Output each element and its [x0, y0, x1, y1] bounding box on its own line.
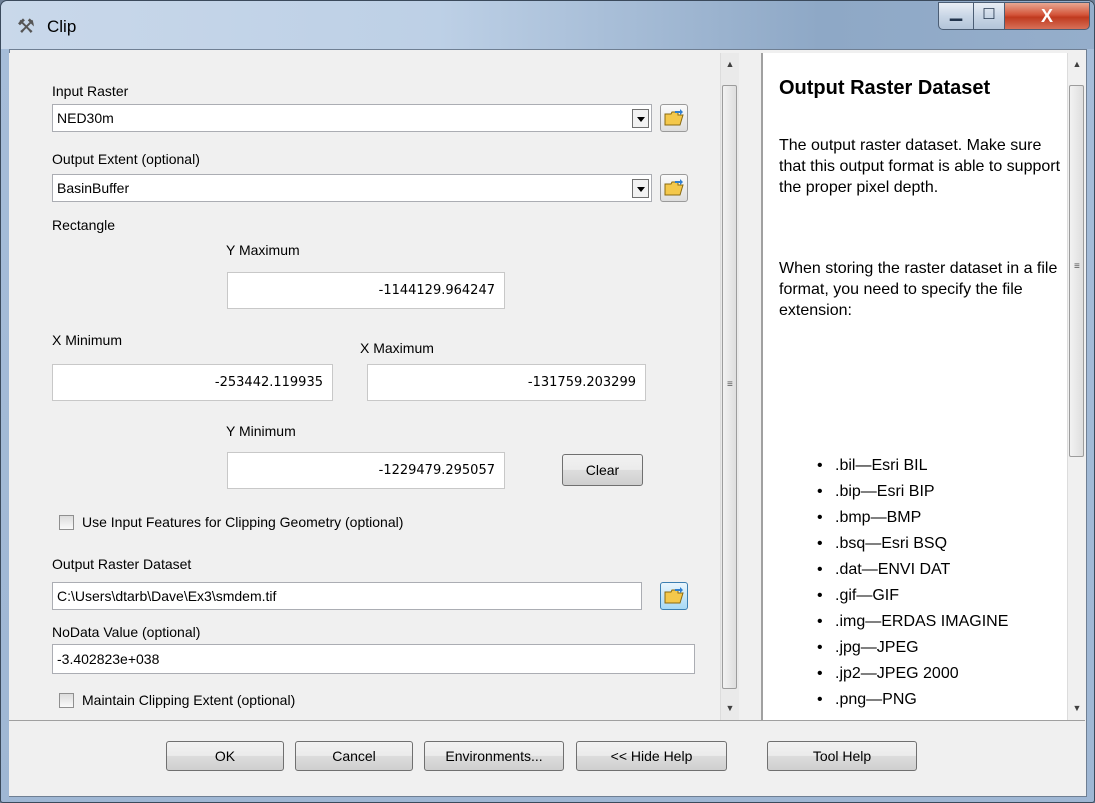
nodata-value: -3.402823e+038 [57, 651, 160, 667]
file-extension-item: .dat—ENVI DAT [779, 559, 1065, 581]
scroll-up-arrow-icon[interactable]: ▲ [721, 55, 739, 73]
output-raster-browse-button[interactable] [660, 582, 688, 610]
ok-button[interactable]: OK [166, 741, 284, 771]
parameters-scroll-thumb[interactable]: ≡ [722, 85, 737, 689]
open-folder-icon [664, 179, 684, 196]
y-minimum-input[interactable]: -1229479.295057 [227, 452, 505, 489]
maintain-extent-label: Maintain Clipping Extent (optional) [82, 692, 296, 708]
title-bar[interactable]: ⚒ Clip ▁ ☐ X [1, 1, 1094, 49]
hide-help-button[interactable]: << Hide Help [576, 741, 727, 771]
x-minimum-label: X Minimum [52, 332, 123, 348]
output-extent-combobox[interactable]: BasinBuffer [52, 174, 652, 202]
use-input-features-checkbox[interactable] [59, 515, 74, 530]
maintain-extent-checkbox[interactable] [59, 693, 74, 708]
tool-help-button[interactable]: Tool Help [767, 741, 917, 771]
output-extent-browse-button[interactable] [660, 174, 688, 202]
nodata-input[interactable]: -3.402823e+038 [52, 644, 695, 674]
file-extension-item: .jp2—JPEG 2000 [779, 663, 1065, 685]
scroll-grip-icon: ≡ [727, 379, 733, 390]
output-extent-label: Output Extent (optional) [52, 151, 200, 167]
help-scroll-thumb[interactable]: ≡ [1069, 85, 1084, 457]
help-paragraph-1: The output raster dataset. Make sure tha… [779, 137, 1061, 196]
x-maximum-input[interactable]: -131759.203299 [367, 364, 646, 401]
file-extension-item: .png—PNG [779, 689, 1065, 711]
input-raster-label: Input Raster [52, 83, 129, 99]
parameters-scrollbar[interactable]: ▲ ≡ ▼ [720, 53, 739, 720]
file-extension-list: .bil—Esri BIL .bip—Esri BIP .bmp—BMP .bsq—E… [779, 455, 1065, 715]
help-scrollbar[interactable]: ▲ ≡ ▼ [1067, 53, 1086, 720]
help-title: Output Raster Dataset [779, 77, 991, 99]
file-extension-item: .gif—GIF [779, 585, 1065, 607]
input-raster-combobox[interactable]: NED30m [52, 104, 652, 132]
use-input-features-label: Use Input Features for Clipping Geometry… [82, 514, 404, 530]
input-raster-dropdown-arrow[interactable] [632, 109, 649, 128]
help-scroll-grip-icon: ≡ [1074, 261, 1080, 272]
hammer-tool-icon: ⚒ [17, 16, 35, 38]
close-button[interactable]: X [1004, 2, 1090, 30]
y-minimum-label: Y Minimum [226, 423, 296, 439]
output-raster-label: Output Raster Dataset [52, 556, 192, 572]
input-raster-value: NED30m [57, 110, 114, 126]
clear-button[interactable]: Clear [562, 454, 643, 486]
help-scroll-up-arrow-icon[interactable]: ▲ [1068, 55, 1086, 73]
file-extension-item: .img—ERDAS IMAGINE [779, 611, 1065, 633]
help-pane: Output Raster Dataset The output raster … [763, 53, 1070, 720]
output-raster-input[interactable]: C:\Users\dtarb\Dave\Ex3\smdem.tif [52, 582, 642, 610]
help-paragraph-2: When storing the raster dataset in a fil… [779, 260, 1058, 319]
parameters-pane: Input Raster NED30m Output Extent (optio… [9, 53, 742, 720]
y-maximum-input[interactable]: -1144129.964247 [227, 272, 505, 309]
open-folder-icon [664, 109, 684, 126]
x-maximum-label: X Maximum [360, 340, 434, 356]
file-extension-item: .bil—Esri BIL [779, 455, 1065, 477]
nodata-label: NoData Value (optional) [52, 624, 201, 640]
cancel-button[interactable]: Cancel [295, 741, 413, 771]
x-minimum-input[interactable]: -253442.119935 [52, 364, 333, 401]
dialog-button-bar: OK Cancel Environments... << Hide Help T… [9, 720, 1085, 796]
help-scroll-down-arrow-icon[interactable]: ▼ [1068, 699, 1086, 717]
file-extension-item: .bmp—BMP [779, 507, 1065, 529]
file-extension-item: .jpg—JPEG [779, 637, 1065, 659]
rectangle-label: Rectangle [52, 217, 116, 233]
output-extent-value: BasinBuffer [57, 180, 130, 196]
environments-button[interactable]: Environments... [424, 741, 564, 771]
input-raster-browse-button[interactable] [660, 104, 688, 132]
y-maximum-label: Y Maximum [226, 242, 300, 258]
scroll-down-arrow-icon[interactable]: ▼ [721, 699, 739, 717]
output-raster-value: C:\Users\dtarb\Dave\Ex3\smdem.tif [57, 588, 277, 604]
file-extension-item: .bsq—Esri BSQ [779, 533, 1065, 555]
maximize-button[interactable]: ☐ [973, 2, 1005, 30]
minimize-button[interactable]: ▁ [938, 2, 974, 30]
window-title: Clip [47, 17, 77, 36]
open-folder-icon [664, 587, 684, 604]
file-extension-item: .bip—Esri BIP [779, 481, 1065, 503]
output-extent-dropdown-arrow[interactable] [632, 179, 649, 198]
